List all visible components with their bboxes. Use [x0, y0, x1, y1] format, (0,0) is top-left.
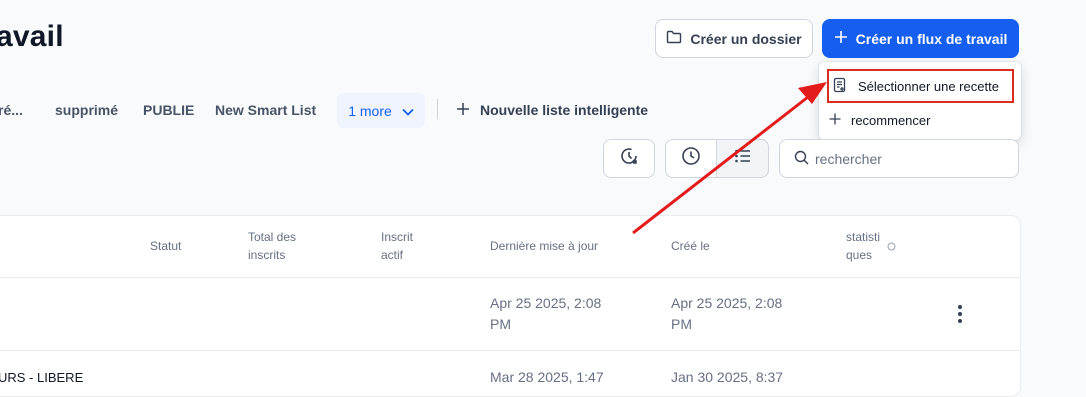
list-icon: [733, 146, 753, 171]
more-tabs-label: 1 more: [348, 102, 392, 119]
recipe-icon: [832, 77, 848, 96]
header-total-line2: inscrits: [248, 248, 286, 262]
search-icon: [794, 150, 809, 168]
row1-created-line2: PM: [671, 316, 692, 332]
search-placeholder: rechercher: [815, 150, 882, 167]
create-folder-label: Créer un dossier: [690, 30, 802, 47]
plus-icon: [834, 30, 848, 47]
tab-published[interactable]: PUBLIE: [143, 93, 194, 127]
header-status: Statut: [150, 239, 182, 253]
chevron-down-icon: [402, 103, 414, 119]
workflow-table: Statut Total des inscrits Inscrit actif …: [0, 215, 1021, 397]
history-button[interactable]: [603, 139, 655, 178]
select-recipe-item[interactable]: Sélectionner une recette: [827, 69, 1014, 103]
header-stats-line2: ques: [846, 248, 873, 262]
header-active-line2: actif: [381, 248, 404, 262]
header-total-line1: Total des: [248, 230, 297, 244]
row1-created-line1: Apr 25 2025, 2:08: [671, 295, 783, 311]
row-divider: [0, 350, 1020, 351]
tab-new-smart-list[interactable]: New Smart List: [215, 93, 316, 127]
start-over-item[interactable]: recommencer: [819, 103, 1021, 137]
new-smart-list-label: Nouvelle liste intelligente: [480, 102, 649, 118]
plus-icon: [829, 113, 841, 128]
create-workflow-label: Créer un flux de travail: [855, 30, 1008, 47]
header-stats-line1: statisti: [846, 230, 881, 244]
clock-icon: [681, 146, 701, 171]
page-title: avail: [0, 20, 64, 53]
more-tabs-dropdown[interactable]: 1 more: [337, 93, 425, 128]
header-created: Créé le: [671, 239, 710, 253]
clock-refresh-icon: [619, 146, 639, 171]
info-icon: [887, 238, 896, 256]
row-actions-kebab-icon[interactable]: [957, 305, 963, 323]
recent-view-button[interactable]: [665, 139, 717, 178]
header-last-updated: Dernière mise à jour: [490, 239, 599, 253]
row1-updated-line1: Apr 25 2025, 2:08: [490, 295, 602, 311]
row1-updated-line2: PM: [490, 316, 511, 332]
create-workflow-dropdown: Sélectionner une recette recommencer: [819, 62, 1021, 140]
plus-icon: [456, 102, 470, 119]
create-folder-button[interactable]: Créer un dossier: [655, 19, 813, 58]
folder-icon: [666, 29, 682, 48]
start-over-label: recommencer: [851, 112, 931, 128]
tab-divider: [437, 99, 438, 119]
list-view-button[interactable]: [716, 139, 769, 178]
tab-truncated[interactable]: ré...: [0, 93, 23, 127]
header-divider: [0, 277, 1020, 278]
header-active-line1: Inscrit: [381, 230, 414, 244]
tab-deleted[interactable]: supprimé: [55, 93, 118, 127]
select-recipe-label: Sélectionner une recette: [858, 78, 999, 94]
create-workflow-button[interactable]: Créer un flux de travail: [822, 19, 1019, 58]
search-input[interactable]: rechercher: [779, 139, 1019, 178]
new-smart-list-button[interactable]: Nouvelle liste intelligente: [456, 93, 648, 127]
